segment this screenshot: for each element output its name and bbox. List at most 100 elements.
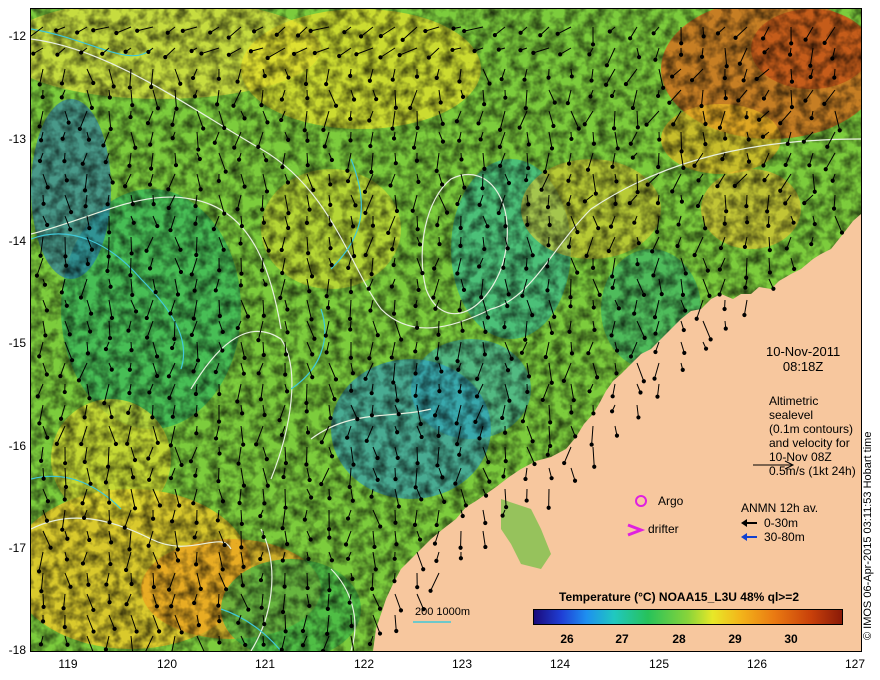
- velocity-arrow-head: [737, 61, 742, 66]
- velocity-arrow-head: [655, 201, 661, 206]
- velocity-arrow: [173, 320, 176, 339]
- velocity-arrow-head: [64, 303, 69, 308]
- velocity-arrow-head: [167, 395, 172, 401]
- velocity-arrow-head: [766, 223, 771, 228]
- velocity-arrow-head: [455, 201, 460, 207]
- velocity-arrow-head: [36, 569, 42, 574]
- velocity-arrow-head: [305, 163, 310, 168]
- velocity-arrow-head: [63, 484, 69, 490]
- velocity-arrow-head: [501, 474, 506, 479]
- velocity-arrow-head: [39, 589, 44, 594]
- velocity-arrow-head: [497, 127, 503, 132]
- velocity-arrow-head: [679, 41, 684, 46]
- velocity-arrow-head: [193, 473, 198, 478]
- velocity-arrow-head: [744, 204, 749, 209]
- anmn-deep-label: 30-80m: [764, 530, 805, 544]
- velocity-arrow-head: [213, 436, 219, 441]
- velocity-arrow-head: [55, 52, 60, 57]
- velocity-arrow-head: [304, 409, 309, 414]
- velocity-arrow-head: [524, 178, 529, 183]
- velocity-arrow-head: [760, 36, 766, 41]
- velocity-arrow-head: [789, 79, 795, 84]
- velocity-arrow-head: [576, 126, 581, 131]
- velocity-arrow-head: [127, 390, 132, 396]
- velocity-arrow-head: [146, 543, 151, 548]
- velocity-arrow-head: [831, 206, 837, 211]
- velocity-arrow-head: [745, 220, 750, 225]
- velocity-arrow-head: [280, 526, 285, 531]
- y-tick-label: -15: [8, 336, 26, 350]
- velocity-arrow-head: [122, 525, 127, 530]
- velocity-arrow-head: [241, 483, 247, 488]
- velocity-arrow-head: [808, 74, 813, 80]
- velocity-arrow-head: [483, 493, 489, 498]
- velocity-arrow-head: [569, 136, 574, 142]
- velocity-arrow-head: [58, 416, 64, 421]
- velocity-arrow-head: [217, 391, 222, 397]
- velocity-arrow-head: [460, 513, 465, 519]
- velocity-arrow-head: [155, 106, 161, 111]
- velocity-arrow-head: [526, 165, 531, 171]
- velocity-arrow-head: [549, 380, 554, 385]
- velocity-arrow-head: [279, 117, 284, 123]
- velocity-arrow-head: [148, 142, 153, 147]
- velocity-arrow-head: [545, 264, 550, 269]
- velocity-arrow-head: [692, 253, 697, 258]
- velocity-arrow-head: [454, 119, 459, 124]
- velocity-arrow-head: [333, 103, 339, 108]
- velocity-arrow-head: [417, 242, 423, 247]
- x-tick-label: 124: [549, 657, 571, 671]
- velocity-arrow-head: [193, 203, 198, 209]
- map-panel[interactable]: 10-Nov-2011 08:18Z Altimetric sealevel (…: [30, 8, 862, 652]
- velocity-arrow-head: [615, 146, 620, 151]
- velocity-arrow-head: [259, 103, 264, 108]
- velocity-arrow-head: [477, 264, 482, 269]
- velocity-arrow-head: [68, 584, 73, 589]
- velocity-arrow-head: [571, 398, 576, 403]
- velocity-arrow-head: [261, 352, 266, 358]
- velocity-arrow-head: [498, 163, 503, 168]
- velocity-arrow-head: [263, 282, 268, 287]
- velocity-arrow-head: [242, 184, 247, 189]
- velocity-arrow-head: [746, 159, 752, 164]
- velocity-arrow-head: [652, 376, 657, 381]
- velocity-arrow-head: [87, 537, 92, 543]
- velocity-arrow-head: [329, 157, 334, 163]
- velocity-arrow-head: [279, 97, 285, 102]
- velocity-arrow-head: [166, 374, 172, 379]
- velocity-arrow-head: [107, 230, 112, 235]
- velocity-arrow-head: [194, 252, 199, 258]
- velocity-arrow-head: [474, 394, 480, 399]
- velocity-arrow-head: [258, 513, 263, 519]
- velocity-arrow-head: [715, 31, 721, 36]
- velocity-arrow-head: [644, 122, 649, 127]
- velocity-arrow-head: [567, 329, 572, 334]
- velocity-arrow-head: [286, 75, 291, 80]
- velocity-arrow-head: [302, 517, 307, 522]
- velocity-arrow-head: [89, 247, 95, 252]
- velocity-arrow-head: [568, 295, 573, 300]
- velocity-arrow-head: [591, 411, 596, 416]
- velocity-arrow-head: [587, 389, 592, 394]
- velocity-arrow-head: [37, 82, 42, 87]
- velocity-arrow-head: [326, 305, 331, 310]
- velocity-arrow-head: [197, 156, 202, 162]
- x-tick-label: 127: [844, 657, 866, 671]
- velocity-arrow-head: [496, 47, 501, 52]
- velocity-arrow-head: [100, 51, 105, 56]
- velocity-arrow-head: [223, 169, 228, 174]
- velocity-arrow-head: [487, 479, 492, 484]
- velocity-arrow-head: [426, 55, 431, 60]
- velocity-arrow-head: [724, 64, 729, 69]
- velocity-arrow-head: [146, 456, 151, 461]
- velocity-arrow-head: [678, 52, 684, 57]
- velocity-arrow-head: [123, 49, 128, 54]
- velocity-arrow-head: [329, 454, 335, 459]
- velocity-arrow-head: [482, 102, 487, 107]
- velocity-arrow-head: [807, 163, 812, 168]
- velocity-arrow-head: [235, 399, 240, 404]
- velocity-arrow-head: [295, 33, 301, 38]
- velocity-arrow-head: [285, 307, 290, 312]
- velocity-arrow: [636, 173, 639, 193]
- velocity-arrow-head: [44, 308, 50, 313]
